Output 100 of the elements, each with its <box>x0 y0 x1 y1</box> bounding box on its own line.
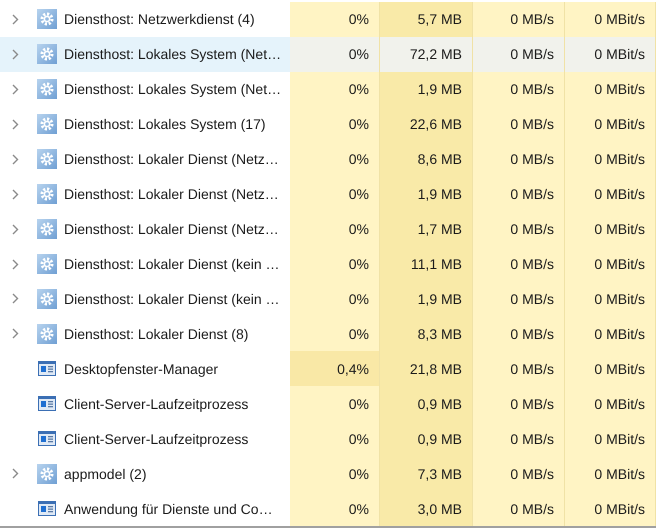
disk-cell: 0 MB/s <box>473 351 565 386</box>
cpu-cell: 0% <box>290 491 380 526</box>
process-row[interactable]: Diensthost: Lokaler Dienst (Netz… 0% 1,9 MB 0 MB/s 0 MBit/s <box>0 176 656 212</box>
chevron-icon[interactable] <box>12 293 18 304</box>
process-row[interactable]: Diensthost: Lokaler Dienst (kein … 0% 11,1 MB 0 MB/s 0 MBit/s <box>0 246 656 282</box>
network-cell: 0 MBit/s <box>565 212 656 247</box>
chevron-icon[interactable] <box>12 468 18 480</box>
cpu-cell: 0% <box>290 2 380 37</box>
process-name: Diensthost: Lokaler Dienst (8) <box>64 326 248 342</box>
disk-cell: 0 MB/s <box>473 421 565 456</box>
memory-cell: 72,2 MB <box>380 36 473 72</box>
disk-cell: 0 MB/s <box>473 106 565 142</box>
disk-cell: 0 MB/s <box>473 456 565 492</box>
process-name: Diensthost: Lokales System (Net… <box>64 81 282 98</box>
network-cell: 0 MBit/s <box>565 421 656 456</box>
chevron-icon[interactable] <box>12 154 18 165</box>
process-row[interactable]: Diensthost: Lokales System (17) 0% 22,6 MB 0 MB/s 0 MBit/s <box>0 106 656 142</box>
chevron-icon[interactable] <box>12 258 18 270</box>
process-row[interactable]: Desktopfenster-Manager 0,4% 21,8 MB 0 MB/s 0 MBit/s <box>0 351 656 386</box>
disk-cell: 0 MB/s <box>473 246 565 282</box>
cpu-cell: 0% <box>290 36 380 72</box>
process-row[interactable]: Diensthost: Lokales System (Net… 0% 72,2 MB 0 MB/s 0 MBit/s <box>0 36 656 72</box>
memory-cell: 1,7 MB <box>380 212 473 247</box>
process-name: Diensthost: Lokaler Dienst (Netz… <box>64 186 279 202</box>
disk-cell: 0 MB/s <box>473 142 565 177</box>
gear-icon <box>37 114 57 134</box>
cpu-cell: 0% <box>290 421 380 456</box>
disk-cell: 0 MB/s <box>473 36 565 72</box>
chevron-icon[interactable] <box>12 48 18 60</box>
process-row[interactable]: Client-Server-Laufzeitprozess 0% 0,9 MB 0 MB/s 0 MBit/s <box>0 386 656 422</box>
disk-cell: 0 MB/s <box>473 72 565 107</box>
cpu-cell: 0% <box>290 142 380 177</box>
process-name: Diensthost: Lokaler Dienst (kein … <box>64 290 280 307</box>
memory-cell: 0,9 MB <box>380 386 473 422</box>
network-cell: 0 MBit/s <box>565 316 656 352</box>
process-name: Diensthost: Netzwerkdienst (4) <box>64 11 255 28</box>
network-cell: 0 MBit/s <box>565 106 656 142</box>
window-icon <box>38 431 56 446</box>
network-cell: 0 MBit/s <box>565 2 656 37</box>
process-row[interactable]: Diensthost: Lokaler Dienst (Netz… 0% 8,6 MB 0 MB/s 0 MBit/s <box>0 142 656 177</box>
process-row[interactable]: Diensthost: Lokales System (Net… 0% 1,9 MB 0 MB/s 0 MBit/s <box>0 72 656 107</box>
memory-cell: 8,6 MB <box>380 142 473 177</box>
network-cell: 0 MBit/s <box>565 386 656 422</box>
chevron-icon[interactable] <box>12 118 18 130</box>
disk-cell: 0 MB/s <box>473 386 565 422</box>
gear-icon <box>37 9 57 30</box>
gear-icon <box>37 254 57 274</box>
gear-icon <box>37 288 57 309</box>
cpu-cell: 0% <box>290 456 380 492</box>
disk-cell: 0 MB/s <box>473 491 565 526</box>
network-cell: 0 MBit/s <box>565 491 656 526</box>
gear-icon <box>37 464 57 484</box>
memory-cell: 1,9 MB <box>380 282 473 316</box>
network-cell: 0 MBit/s <box>565 246 656 282</box>
cpu-cell: 0% <box>290 212 380 247</box>
chevron-icon[interactable] <box>12 14 18 25</box>
gear-icon <box>37 324 57 344</box>
process-name: Diensthost: Lokaler Dienst (Netz… <box>64 221 279 238</box>
cpu-cell: 0% <box>290 72 380 107</box>
window-icon <box>38 396 56 412</box>
process-name: appmodel (2) <box>64 466 146 482</box>
process-name: Diensthost: Lokaler Dienst (kein … <box>64 256 280 272</box>
cpu-cell: 0% <box>290 282 380 316</box>
disk-cell: 0 MB/s <box>473 2 565 37</box>
memory-cell: 7,3 MB <box>380 456 473 492</box>
network-cell: 0 MBit/s <box>565 176 656 212</box>
chevron-icon[interactable] <box>12 84 18 95</box>
process-name: Desktopfenster-Manager <box>64 360 218 377</box>
network-cell: 0 MBit/s <box>565 456 656 492</box>
process-name: Client-Server-Laufzeitprozess <box>64 430 248 447</box>
process-name: Diensthost: Lokales System (Net… <box>64 46 282 62</box>
memory-cell: 1,9 MB <box>380 176 473 212</box>
process-name: Client-Server-Laufzeitprozess <box>64 396 248 412</box>
network-cell: 0 MBit/s <box>565 72 656 107</box>
memory-cell: 5,7 MB <box>380 2 473 37</box>
chevron-icon[interactable] <box>12 328 18 340</box>
disk-cell: 0 MB/s <box>473 176 565 212</box>
memory-cell: 3,0 MB <box>380 491 473 526</box>
disk-cell: 0 MB/s <box>473 282 565 316</box>
gear-icon <box>37 184 57 204</box>
process-name: Diensthost: Lokaler Dienst (Netz… <box>64 151 279 168</box>
process-row[interactable]: appmodel (2) 0% 7,3 MB 0 MB/s 0 MBit/s <box>0 456 656 492</box>
gear-icon <box>37 79 57 100</box>
process-row[interactable]: Anwendung für Dienste und Co… 0% 3,0 MB 0 MB/s 0 MBit/s <box>0 491 656 526</box>
cpu-cell: 0,4% <box>290 351 380 386</box>
gear-icon <box>37 44 57 64</box>
memory-cell: 11,1 MB <box>380 246 473 282</box>
cpu-cell: 0% <box>290 176 380 212</box>
process-row[interactable]: Diensthost: Netzwerkdienst (4) 0% 5,7 MB 0 MB/s 0 MBit/s <box>0 2 656 37</box>
chevron-icon[interactable] <box>12 224 18 235</box>
process-row[interactable]: Diensthost: Lokaler Dienst (Netz… 0% 1,7 MB 0 MB/s 0 MBit/s <box>0 212 656 247</box>
chevron-icon[interactable] <box>12 188 18 200</box>
process-row[interactable]: Diensthost: Lokaler Dienst (8) 0% 8,3 MB 0 MB/s 0 MBit/s <box>0 316 656 352</box>
cpu-cell: 0% <box>290 246 380 282</box>
cpu-cell: 0% <box>290 386 380 422</box>
network-cell: 0 MBit/s <box>565 142 656 177</box>
process-row[interactable]: Client-Server-Laufzeitprozess 0% 0,9 MB 0 MB/s 0 MBit/s <box>0 421 656 456</box>
network-cell: 0 MBit/s <box>565 36 656 72</box>
gear-icon <box>37 149 57 170</box>
process-row[interactable]: Diensthost: Lokaler Dienst (kein … 0% 1,9 MB 0 MB/s 0 MBit/s <box>0 282 656 316</box>
